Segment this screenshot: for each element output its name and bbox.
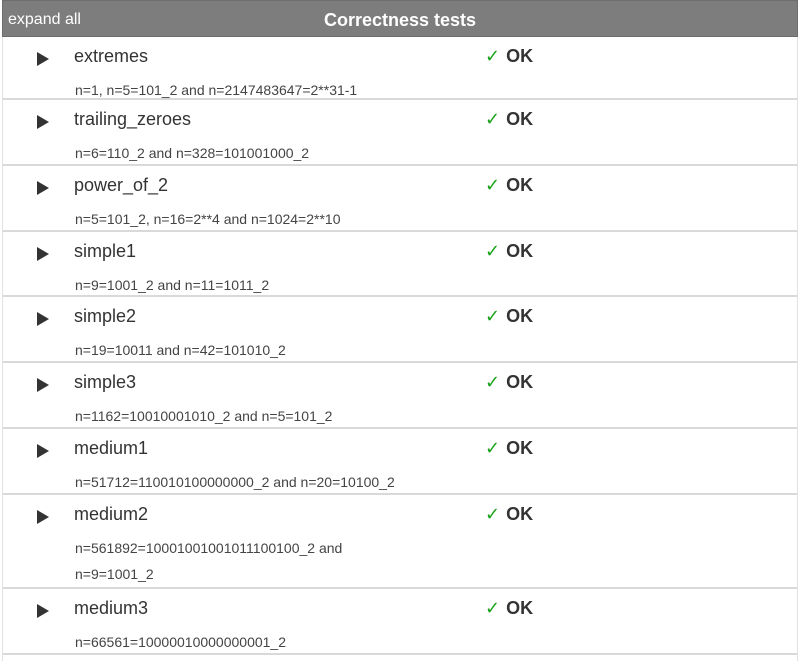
test-status: ✓ OK (485, 306, 533, 327)
expand-arrow-icon[interactable] (37, 115, 49, 129)
test-description: n=561892=10001001001011100100_2 and n=9=… (75, 540, 343, 582)
test-status: ✓ OK (485, 109, 533, 130)
test-row-extremes[interactable]: extremes n=1, n=5=101_2 and n=2147483647… (3, 37, 797, 100)
check-icon: ✓ (485, 598, 501, 618)
check-icon: ✓ (485, 372, 501, 392)
check-icon: ✓ (485, 306, 501, 326)
check-icon: ✓ (485, 175, 501, 195)
test-status: ✓ OK (485, 598, 533, 619)
check-icon: ✓ (485, 109, 501, 129)
expand-arrow-icon[interactable] (37, 181, 49, 195)
expand-arrow-icon[interactable] (37, 444, 49, 458)
expand-arrow-icon[interactable] (37, 510, 49, 524)
status-label: OK (506, 598, 534, 618)
test-status: ✓ OK (485, 241, 533, 262)
test-description: n=1162=10010001010_2 and n=5=101_2 (75, 408, 333, 424)
test-status: ✓ OK (485, 438, 533, 459)
status-label: OK (506, 241, 534, 261)
expand-arrow-icon[interactable] (37, 247, 49, 261)
test-description: n=66561=10000010000000001_2 (75, 634, 287, 650)
test-row-simple1[interactable]: simple1 n=9=1001_2 and n=11=1011_2 ✓ OK (3, 232, 797, 297)
tests-header: expand all Correctness tests (2, 0, 798, 37)
test-description: n=9=1001_2 and n=11=1011_2 (75, 277, 270, 293)
status-label: OK (506, 372, 534, 392)
status-label: OK (506, 109, 534, 129)
test-status: ✓ OK (485, 372, 533, 393)
status-label: OK (506, 46, 534, 66)
status-label: OK (506, 504, 534, 524)
expand-arrow-icon[interactable] (37, 52, 49, 66)
expand-arrow-icon[interactable] (37, 378, 49, 392)
status-label: OK (506, 175, 534, 195)
test-name: simple3 (74, 372, 137, 392)
test-name: medium2 (74, 504, 149, 524)
tests-title: Correctness tests (323, 10, 477, 30)
test-row-simple2[interactable]: simple2 n=19=10011 and n=42=101010_2 ✓ OK (3, 297, 797, 363)
test-name: simple1 (74, 241, 137, 261)
test-description: n=6=110_2 and n=328=101001000_2 (75, 145, 310, 161)
test-name: medium1 (74, 438, 149, 458)
test-row-medium3[interactable]: medium3 n=66561=10000010000000001_2 ✓ OK (3, 589, 797, 655)
test-row-simple3[interactable]: simple3 n=1162=10010001010_2 and n=5=101… (3, 363, 797, 429)
expand-arrow-icon[interactable] (37, 604, 49, 618)
test-status: ✓ OK (485, 504, 533, 525)
check-icon: ✓ (485, 504, 501, 524)
test-description: n=51712=110010100000000_2 and n=20=10100… (75, 474, 395, 490)
status-label: OK (506, 306, 534, 326)
test-name: medium3 (74, 598, 149, 618)
test-status: ✓ OK (485, 175, 533, 196)
check-icon: ✓ (485, 438, 501, 458)
list-continuation (2, 655, 798, 661)
tests-list: extremes n=1, n=5=101_2 and n=2147483647… (2, 37, 798, 655)
correctness-tests-panel: expand all Correctness tests extremes n=… (2, 0, 798, 661)
test-row-medium2[interactable]: medium2 n=561892=10001001001011100100_2 … (3, 495, 797, 589)
test-row-medium1[interactable]: medium1 n=51712=110010100000000_2 and n=… (3, 429, 797, 495)
test-name: trailing_zeroes (74, 109, 192, 129)
check-icon: ✓ (485, 46, 501, 66)
test-name: extremes (74, 46, 149, 66)
test-status: ✓ OK (485, 46, 533, 67)
expand-arrow-icon[interactable] (37, 312, 49, 326)
status-label: OK (506, 438, 534, 458)
test-row-trailing-zeroes[interactable]: trailing_zeroes n=6=110_2 and n=328=1010… (3, 100, 797, 166)
test-description: n=19=10011 and n=42=101010_2 (75, 342, 286, 358)
check-icon: ✓ (485, 241, 501, 261)
test-name: simple2 (74, 306, 137, 326)
test-description: n=5=101_2, n=16=2**4 and n=1024=2**10 (75, 211, 341, 227)
test-name: power_of_2 (74, 175, 169, 195)
test-row-power-of-2[interactable]: power_of_2 n=5=101_2, n=16=2**4 and n=10… (3, 166, 797, 232)
